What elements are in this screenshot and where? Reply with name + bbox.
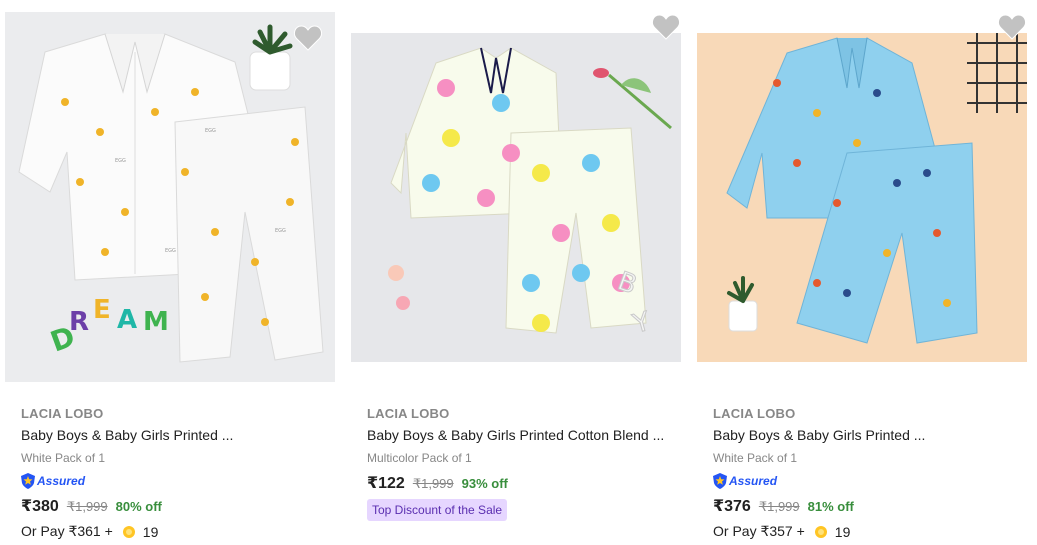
or-pay-text: Or Pay ₹357 + [713,523,805,539]
product-title[interactable]: Baby Boys & Baby Girls Printed ... [21,427,233,443]
svg-text:E: E [93,295,111,325]
svg-text:A: A [117,305,137,335]
product-image[interactable]: EGG EGG EGG EGG D R E A M [5,12,335,382]
product-title[interactable]: Baby Boys & Baby Girls Printed Cotton Bl… [367,427,664,443]
svg-text:EGG: EGG [205,128,216,134]
product-variant: White Pack of 1 [713,451,798,465]
wishlist-heart-icon[interactable] [294,25,322,51]
coin-count: 19 [834,523,851,540]
selling-price: ₹380 [21,498,59,515]
assured-shield-icon [21,473,35,489]
pyjama-set-illustration: B Y [351,33,681,362]
discount-percent: 81% off [807,499,854,514]
svg-text:M: M [143,307,169,337]
supercoin-icon [122,525,135,538]
svg-text:R: R [69,307,89,337]
product-image[interactable]: B Y [351,33,681,362]
pyjama-set-illustration: EGGEGGEGGEGG D R E A M [5,12,335,382]
product-brand[interactable]: LACIA LOBO [21,406,103,421]
product-title[interactable]: Baby Boys & Baby Girls Printed ... [713,427,925,443]
discount-percent: 80% off [115,499,162,514]
svg-text:EGG: EGG [115,158,126,164]
selling-price: ₹122 [367,475,405,492]
assured-label: Assured [729,474,778,488]
product-card[interactable]: LACIA LOBO Baby Boys & Baby Girls Printe… [692,0,1037,545]
supercoin-icon [814,525,827,538]
coin-count: 19 [142,523,159,540]
wishlist-heart-icon[interactable] [652,14,680,40]
pyjama-set-illustration [697,33,1027,362]
product-brand[interactable]: LACIA LOBO [713,406,795,421]
or-pay-text: Or Pay ₹361 + [21,523,113,539]
assured-badge: Assured [21,472,85,490]
original-price: ₹1,999 [66,499,108,514]
assured-shield-icon [713,473,727,489]
price-row: ₹380 ₹1,999 80% off [21,496,162,516]
product-variant: White Pack of 1 [21,451,106,465]
original-price: ₹1,999 [758,499,800,514]
svg-text:EGG: EGG [275,228,286,234]
product-brand[interactable]: LACIA LOBO [367,406,449,421]
price-row: ₹122 ₹1,999 93% off [367,473,508,493]
selling-price: ₹376 [713,498,751,515]
or-pay-offer: Or Pay ₹357 + 19 [713,523,850,540]
wishlist-heart-icon[interactable] [998,14,1026,40]
product-image[interactable] [697,33,1027,362]
product-card[interactable]: B Y LACIA LOBO Baby Boys & Baby Girls Pr… [346,0,692,545]
svg-text:EGG: EGG [165,248,176,254]
assured-badge: Assured [713,472,777,490]
product-variant: Multicolor Pack of 1 [367,451,472,465]
top-discount-badge: Top Discount of the Sale [367,499,508,521]
price-row: ₹376 ₹1,999 81% off [713,496,854,516]
or-pay-offer: Or Pay ₹361 + 19 [21,523,158,540]
original-price: ₹1,999 [412,476,454,491]
product-card[interactable]: EGG EGG EGG EGG D R E A M LACIA LOBO Baby B… [0,0,346,545]
assured-label: Assured [37,474,86,488]
discount-percent: 93% off [461,476,508,491]
